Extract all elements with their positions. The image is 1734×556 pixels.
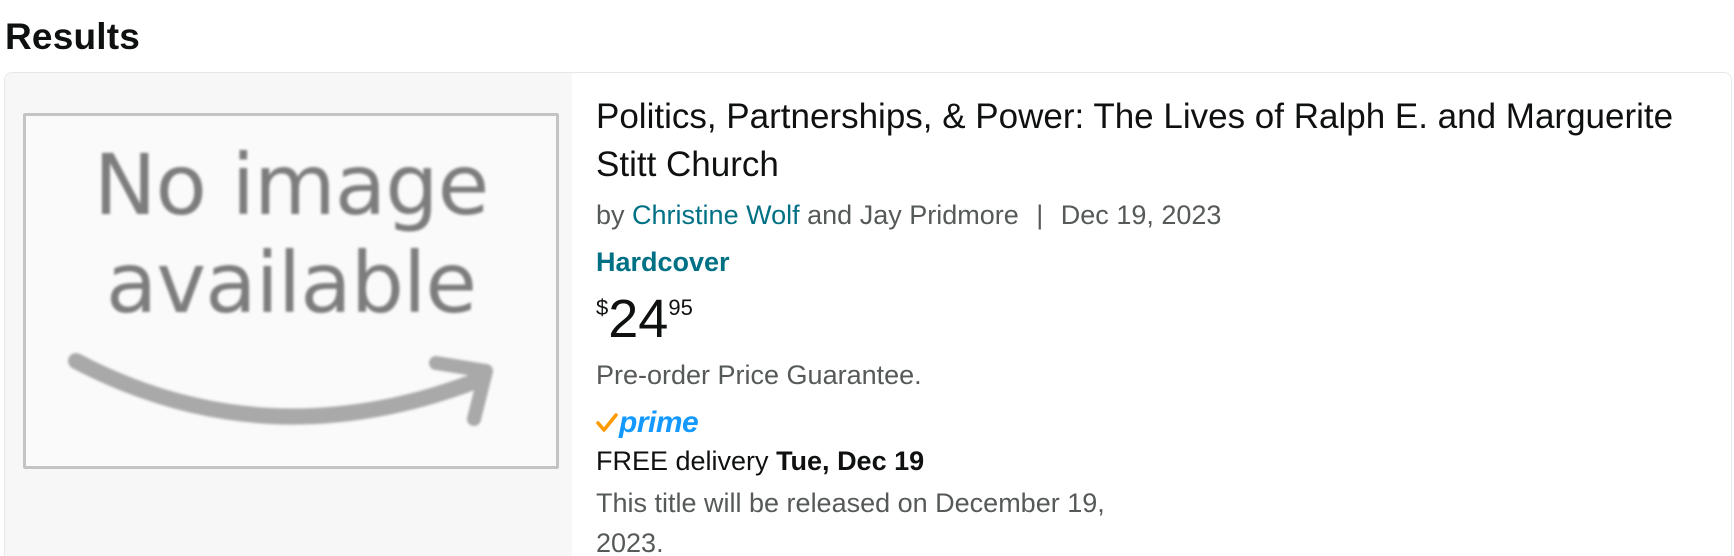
no-image-line-2: available	[105, 234, 477, 332]
release-note: This title will be released on December …	[596, 488, 1105, 556]
product-title-link[interactable]: Politics, Partnerships, & Power: The Liv…	[596, 93, 1721, 189]
price-guarantee-note: Pre-order Price Guarantee.	[596, 360, 922, 390]
delivery-info: FREE delivery Tue, Dec 19	[596, 443, 1721, 479]
results-heading: Results	[5, 16, 141, 57]
byline-prefix: by	[596, 200, 625, 230]
search-results-page: Results No image available Politics, Par…	[0, 0, 1734, 556]
smile-arrow-icon	[68, 353, 493, 426]
byline-conjunction: and	[807, 200, 853, 230]
prime-badge: prime	[596, 406, 1721, 439]
price-symbol: $	[596, 295, 609, 320]
publication-date: Dec 19, 2023	[1060, 200, 1222, 230]
product-image-pane: No image available	[5, 73, 572, 556]
price-whole: 24	[608, 289, 669, 349]
prime-label: prime	[619, 406, 699, 439]
no-image-placeholder[interactable]: No image available	[23, 113, 559, 469]
product-details: Politics, Partnerships, & Power: The Liv…	[596, 93, 1721, 556]
format-link-hardcover[interactable]: Hardcover	[596, 245, 730, 279]
byline: by Christine Wolf and Jay Pridmore | Dec…	[596, 197, 1721, 233]
author-jay-pridmore: Jay Pridmore	[859, 200, 1019, 230]
delivery-date: Tue, Dec 19	[776, 446, 925, 476]
prime-check-icon	[596, 413, 618, 432]
price-link[interactable]: $ 24 95	[596, 289, 1721, 349]
no-image-text: No image available	[26, 136, 556, 332]
result-card: No image available Politics, Partnership…	[4, 72, 1732, 556]
delivery-label: FREE delivery	[596, 446, 769, 476]
author-link-christine-wolf[interactable]: Christine Wolf	[632, 200, 800, 230]
byline-separator: |	[1036, 200, 1044, 230]
no-image-line-1: No image	[93, 136, 490, 234]
price-fraction: 95	[668, 295, 693, 320]
